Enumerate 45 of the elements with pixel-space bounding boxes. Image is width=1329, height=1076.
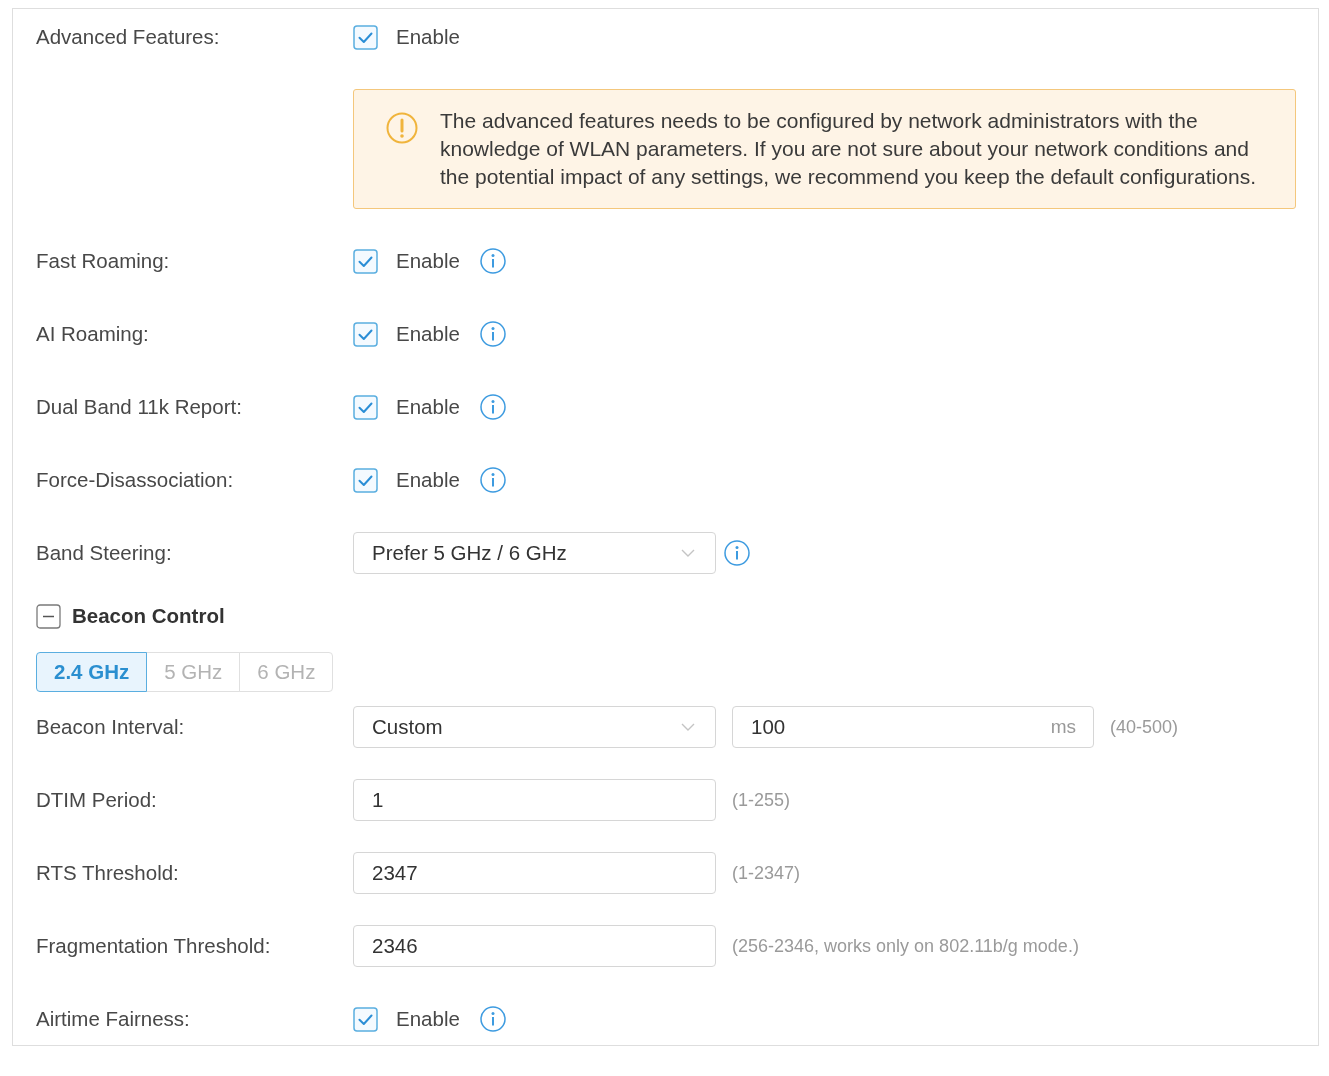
input-field[interactable]: 2346 [353, 925, 716, 967]
checkbox-label[interactable]: Enable [396, 468, 460, 492]
range-hint: (40-500) [1110, 716, 1179, 738]
caret-icon [681, 723, 695, 731]
dropdown-select[interactable]: Custom [353, 706, 716, 748]
field-label: Beacon Interval: [36, 715, 186, 739]
field-label: Band Steering: [36, 541, 173, 565]
checkbox[interactable] [353, 467, 378, 493]
range-hint: (256-2346, works only on 802.11b/g mode.) [732, 935, 1079, 957]
info-icon[interactable] [479, 1006, 506, 1032]
section-title: Beacon Control [72, 604, 225, 628]
field-label: Airtime Fairness: [36, 1007, 191, 1031]
checkbox[interactable] [353, 1006, 378, 1032]
checkbox[interactable] [353, 394, 378, 420]
dropdown-select[interactable]: Prefer 5 GHz / 6 GHz [353, 532, 716, 574]
input-field[interactable]: 2347 [353, 852, 716, 894]
field-label: DTIM Period: [36, 788, 158, 812]
range-hint: (1-2347) [732, 862, 801, 884]
collapse-icon[interactable] [36, 603, 61, 629]
checkbox-label[interactable]: Enable [396, 1007, 460, 1031]
field-label: Fast Roaming: [36, 249, 171, 273]
range-hint: (1-255) [732, 789, 791, 811]
field-label: RTS Threshold: [36, 861, 180, 885]
info-icon[interactable] [724, 540, 750, 566]
checkbox[interactable] [353, 248, 378, 274]
field-label: Fragmentation Threshold: [36, 934, 272, 958]
checkbox[interactable] [353, 24, 378, 50]
caret-icon [681, 549, 695, 557]
field-label: Force-Disassociation: [36, 468, 235, 492]
info-icon[interactable] [479, 248, 506, 274]
checkbox-label[interactable]: Enable [396, 249, 460, 273]
checkbox-label[interactable]: Enable [396, 322, 460, 346]
field-label: Advanced Features: [36, 25, 221, 49]
input-field[interactable]: 1 [353, 779, 716, 821]
field-label: AI Roaming: [36, 322, 150, 346]
input-field[interactable]: 100 ms [732, 706, 1094, 748]
checkbox-label[interactable]: Enable [396, 25, 460, 49]
notice-text: The advanced features needs to be configured by network administrators with the knowledge of WLAN parameters. If you are not sure about your network conditions and the potential impact of any settings, we recommend you keep the default configurations. [440, 108, 1257, 190]
field-label: Dual Band 11k Report: [36, 395, 243, 419]
warning-icon [386, 112, 418, 144]
checkbox[interactable] [353, 321, 378, 347]
info-icon[interactable] [479, 467, 506, 493]
info-icon[interactable] [479, 321, 506, 347]
checkbox-label[interactable]: Enable [396, 395, 460, 419]
info-icon[interactable] [479, 394, 506, 420]
